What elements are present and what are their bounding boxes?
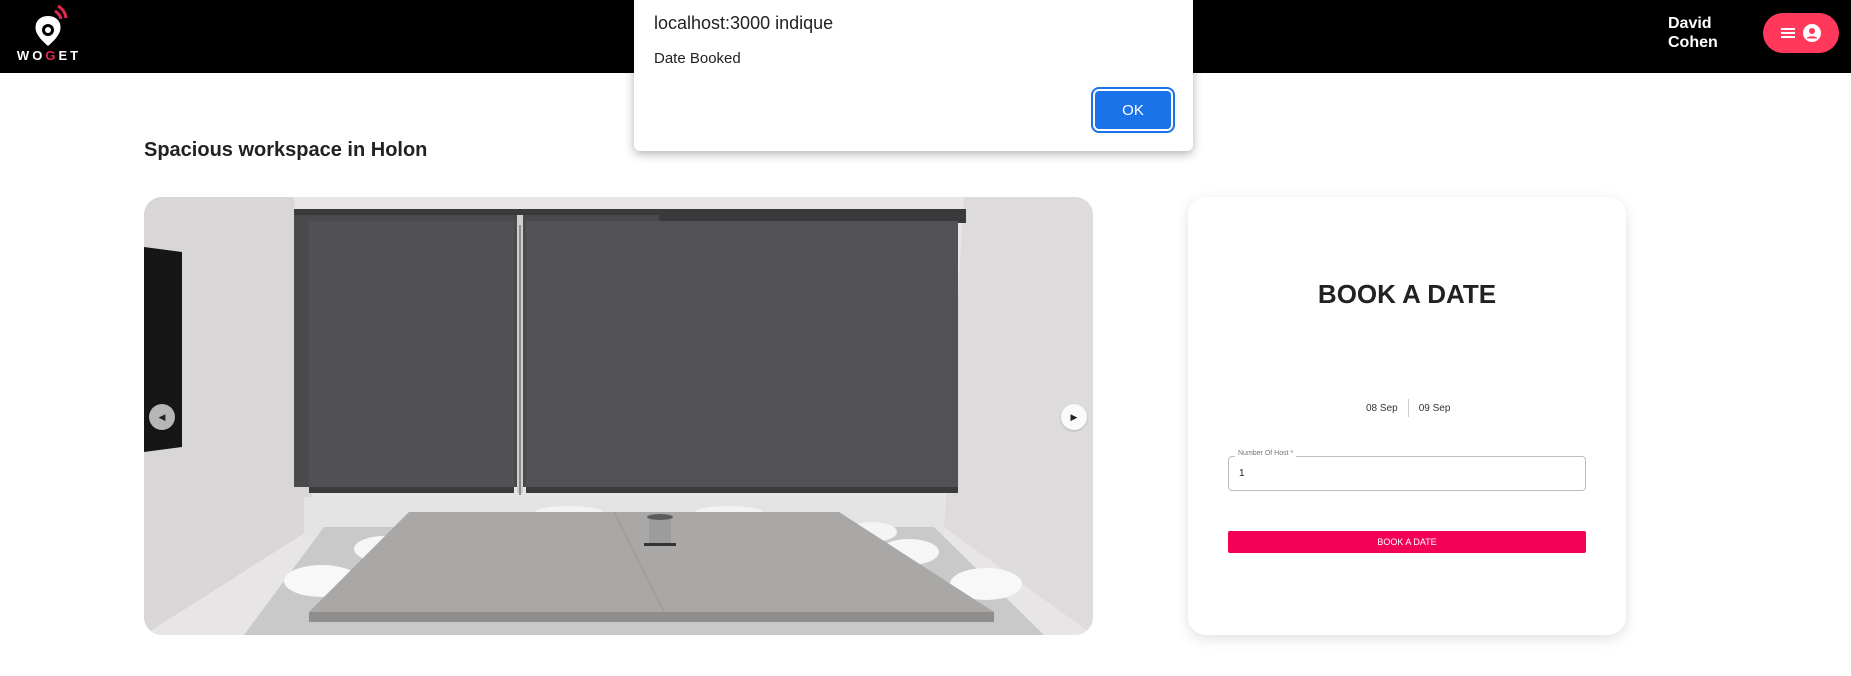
user-last-name: Cohen xyxy=(1668,34,1718,51)
carousel-prev-button[interactable]: ◀ xyxy=(149,404,175,430)
location-pin-logo-icon xyxy=(35,4,68,46)
user-menu-button[interactable] xyxy=(1763,13,1839,53)
listing-title: Spacious workspace in Holon xyxy=(144,139,428,161)
meeting-room-image xyxy=(144,197,1093,635)
hamburger-icon xyxy=(1781,28,1795,38)
guests-label: Number Of Host * xyxy=(1235,450,1297,457)
chevron-right-icon: ▶ xyxy=(1070,411,1078,422)
booking-card: BOOK A DATE 08 Sep 09 Sep Number Of Host… xyxy=(1188,197,1626,635)
carousel-next-button[interactable]: ▶ xyxy=(1061,404,1087,430)
booking-heading: BOOK A DATE xyxy=(1317,279,1497,309)
end-date[interactable]: 09 Sep xyxy=(1409,403,1451,414)
book-a-date-button[interactable]: BOOK A DATE xyxy=(1228,531,1586,553)
guests-input[interactable]: 1 xyxy=(1239,468,1245,479)
woget-logo[interactable]: WOGET xyxy=(14,0,84,68)
alert-title: localhost:3000 indique xyxy=(654,13,834,33)
alert-dialog: localhost:3000 indique Date Booked OK xyxy=(634,0,1193,151)
listing-photo xyxy=(144,197,1093,635)
chevron-left-icon: ◀ xyxy=(158,411,166,422)
logo-wordmark: WOGET xyxy=(16,48,82,63)
date-range-picker[interactable]: 08 Sep 09 Sep xyxy=(1366,399,1450,417)
alert-ok-button[interactable]: OK xyxy=(1095,91,1171,129)
start-date[interactable]: 08 Sep xyxy=(1366,403,1408,414)
user-circle-icon xyxy=(1803,24,1821,42)
user-name: David Cohen xyxy=(1668,14,1748,52)
user-first-name: David xyxy=(1668,15,1712,32)
guests-field[interactable]: Number Of Host * 1 xyxy=(1228,450,1586,491)
alert-message: Date Booked xyxy=(654,50,741,67)
